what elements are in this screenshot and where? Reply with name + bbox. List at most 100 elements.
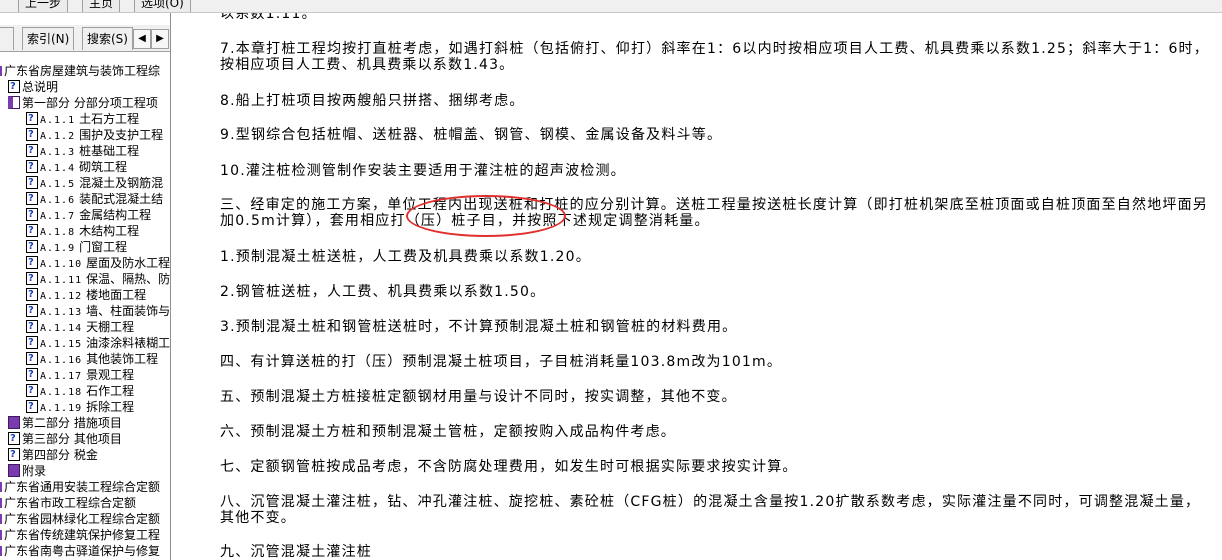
tree-node-item[interactable]: A.1.13墙、柱面装饰与 <box>26 303 170 319</box>
item-code: A.1.15 <box>40 339 83 350</box>
item-label: 桩基础工程 <box>79 144 140 158</box>
navigation-pane: 索引(N) 搜索(S) ◀ ▶ 广东省房屋建筑与装饰工程综 总说明 第一部分 分… <box>0 13 171 560</box>
tree-node-item[interactable]: A.1.19拆除工程 <box>26 399 134 415</box>
tab-search[interactable]: 搜索(S) <box>82 27 133 50</box>
tree-node-item[interactable]: A.1.16其他装饰工程 <box>26 351 158 367</box>
book-icon <box>0 546 2 556</box>
back-button[interactable]: 上一步 <box>18 0 69 12</box>
content-pane: 以系数1.11。 7.本章打桩工程均按打直桩考虑，如遇打斜桩（包括俯打、仰打）斜… <box>171 13 1222 560</box>
item-label: 金属结构工程 <box>79 208 152 222</box>
item-code: A.1.6 <box>40 195 76 206</box>
tree-node-root[interactable]: 广东省房屋建筑与装饰工程综 <box>0 63 160 79</box>
paragraph: 九、沉管混凝土灌注桩 <box>220 544 372 560</box>
item-label: 景观工程 <box>86 368 135 382</box>
item-code: A.1.8 <box>40 227 76 238</box>
tree-node-label: 广东省市政工程综合定额 <box>4 496 137 510</box>
nav-tabs: 索引(N) 搜索(S) ◀ ▶ <box>0 25 170 52</box>
help-page-icon <box>26 207 38 223</box>
help-page-icon <box>26 351 38 367</box>
help-page-icon <box>26 287 38 303</box>
tab-scroll-left-icon[interactable]: ◀ <box>133 29 151 49</box>
paragraph: 六、预制混凝土方桩和预制混凝土管桩，定额按购入成品构件考虑。 <box>220 424 676 440</box>
help-page-icon <box>26 191 38 207</box>
item-code: A.1.12 <box>40 291 83 302</box>
item-label: 装配式混凝土结 <box>79 192 164 206</box>
tree-node-item[interactable]: A.1.7金属结构工程 <box>26 207 151 223</box>
item-label: 混凝土及钢筋混 <box>79 176 164 190</box>
tree-node-item[interactable]: A.1.2围护及支护工程 <box>26 127 163 143</box>
tree-node-label: 第四部分 税金 <box>22 448 98 462</box>
contents-tree: 广东省房屋建筑与装饰工程综 总说明 第一部分 分部分项工程项 A.1.1土石方工… <box>0 63 170 560</box>
item-code: A.1.14 <box>40 323 83 334</box>
tree-node-label: 第一部分 分部分项工程项 <box>22 96 158 110</box>
tab-contents[interactable] <box>0 27 14 50</box>
book-icon <box>0 530 2 540</box>
tree-node-part2[interactable]: 第二部分 措施项目 <box>8 415 122 431</box>
tree-node-label: 广东省南粤古驿道保护与修复 <box>4 544 161 558</box>
paragraph: 3.预制混凝土桩和钢管桩送桩时，不计算预制混凝土桩和钢管桩的材料费用。 <box>220 319 738 335</box>
help-page-icon <box>26 319 38 335</box>
item-label: 石作工程 <box>86 384 135 398</box>
tree-node-item[interactable]: A.1.15油漆涂料裱糊工 <box>26 335 170 351</box>
tree-node-item[interactable]: A.1.9门窗工程 <box>26 239 127 255</box>
paragraph: 五、预制混凝土方桩接桩定额钢材用量与设计不同时，按实调整，其他不变。 <box>220 389 737 405</box>
tree-node-item[interactable]: A.1.5混凝土及钢筋混 <box>26 175 163 191</box>
tree-node-item[interactable]: A.1.8木结构工程 <box>26 223 139 239</box>
tree-node-item[interactable]: A.1.4砌筑工程 <box>26 159 127 175</box>
help-page-icon <box>26 399 38 415</box>
tree-node-label: 广东省园林绿化工程综合定额 <box>4 512 161 526</box>
tree-node-label: 附录 <box>22 464 47 478</box>
help-page-icon <box>26 175 38 191</box>
help-page-icon <box>26 303 38 319</box>
tree-node-book[interactable]: 广东省市政工程综合定额 <box>0 495 136 511</box>
help-page-icon <box>26 143 38 159</box>
tree-node-label: 广东省通用安装工程综合定额 <box>4 480 161 494</box>
tab-scroll-right-icon[interactable]: ▶ <box>151 29 169 49</box>
home-button[interactable]: 主页 <box>82 0 121 12</box>
tree-node-book[interactable]: 广东省传统建筑保护修复工程 <box>0 527 160 543</box>
item-code: A.1.10 <box>40 259 83 270</box>
paragraph: 7.本章打桩工程均按打直桩考虑，如遇打斜桩（包括俯打、仰打）斜率在1：6以内时按… <box>220 41 1209 73</box>
item-label: 油漆涂料裱糊工 <box>86 336 171 350</box>
tab-index[interactable]: 索引(N) <box>22 27 75 50</box>
help-page-icon <box>26 335 38 351</box>
tree-node-appendix[interactable]: 附录 <box>8 463 46 479</box>
tree-node-general[interactable]: 总说明 <box>8 79 58 95</box>
tree-node-item[interactable]: A.1.12楼地面工程 <box>26 287 146 303</box>
paragraph: 八、沉管混凝土灌注桩，钻、冲孔灌注桩、旋挖桩、素砼桩（CFG桩）的混凝土含量按1… <box>220 494 1201 526</box>
tree-node-item[interactable]: A.1.10屋面及防水工程 <box>26 255 170 271</box>
options-button[interactable]: 选项(O) <box>134 0 191 12</box>
paragraph: 四、有计算送桩的打（压）预制混凝土桩项目，子目桩消耗量103.8m改为101m。 <box>220 354 783 370</box>
tree-node-book[interactable]: 广东省通用安装工程综合定额 <box>0 479 160 495</box>
item-label: 天棚工程 <box>86 320 135 334</box>
tree-node-part3[interactable]: 第三部分 其他项目 <box>8 431 122 447</box>
help-page-icon <box>26 159 38 175</box>
item-code: A.1.13 <box>40 307 83 318</box>
tree-node-part1[interactable]: 第一部分 分部分项工程项 <box>8 95 158 111</box>
item-label: 其他装饰工程 <box>86 352 159 366</box>
tree-node-item[interactable]: A.1.1土石方工程 <box>26 111 139 127</box>
item-code: A.1.5 <box>40 179 76 190</box>
tree-node-item[interactable]: A.1.17景观工程 <box>26 367 134 383</box>
paragraph: 七、定额钢管桩按成品考虑，不含防腐处理费用，如发生时可根据实际要求按实计算。 <box>220 459 798 475</box>
help-page-icon <box>26 367 38 383</box>
tree-node-book[interactable]: 广东省南粤古驿道保护与修复 <box>0 543 160 559</box>
item-code: A.1.19 <box>40 403 83 414</box>
tree-node-item[interactable]: A.1.11保温、隔热、防 <box>26 271 170 287</box>
help-page-icon <box>26 223 38 239</box>
tree-node-item[interactable]: A.1.3桩基础工程 <box>26 143 139 159</box>
paragraph: 1.预制混凝土桩送桩，人工费及机具费乘以系数1.20。 <box>220 249 591 265</box>
book-icon <box>8 416 20 429</box>
toolbar: 上一步 主页 选项(O) <box>0 0 1222 13</box>
tree-node-book[interactable]: 广东省园林绿化工程综合定额 <box>0 511 160 527</box>
item-label: 楼地面工程 <box>86 288 147 302</box>
item-label: 墙、柱面装饰与 <box>86 304 171 318</box>
help-page-icon <box>26 383 38 399</box>
help-page-icon <box>8 447 20 463</box>
tree-node-item[interactable]: A.1.14天棚工程 <box>26 319 134 335</box>
item-code: A.1.2 <box>40 131 76 142</box>
tree-node-item[interactable]: A.1.6装配式混凝土结 <box>26 191 163 207</box>
help-page-icon <box>26 255 38 271</box>
tree-node-item[interactable]: A.1.18石作工程 <box>26 383 134 399</box>
tree-node-part4[interactable]: 第四部分 税金 <box>8 447 98 463</box>
